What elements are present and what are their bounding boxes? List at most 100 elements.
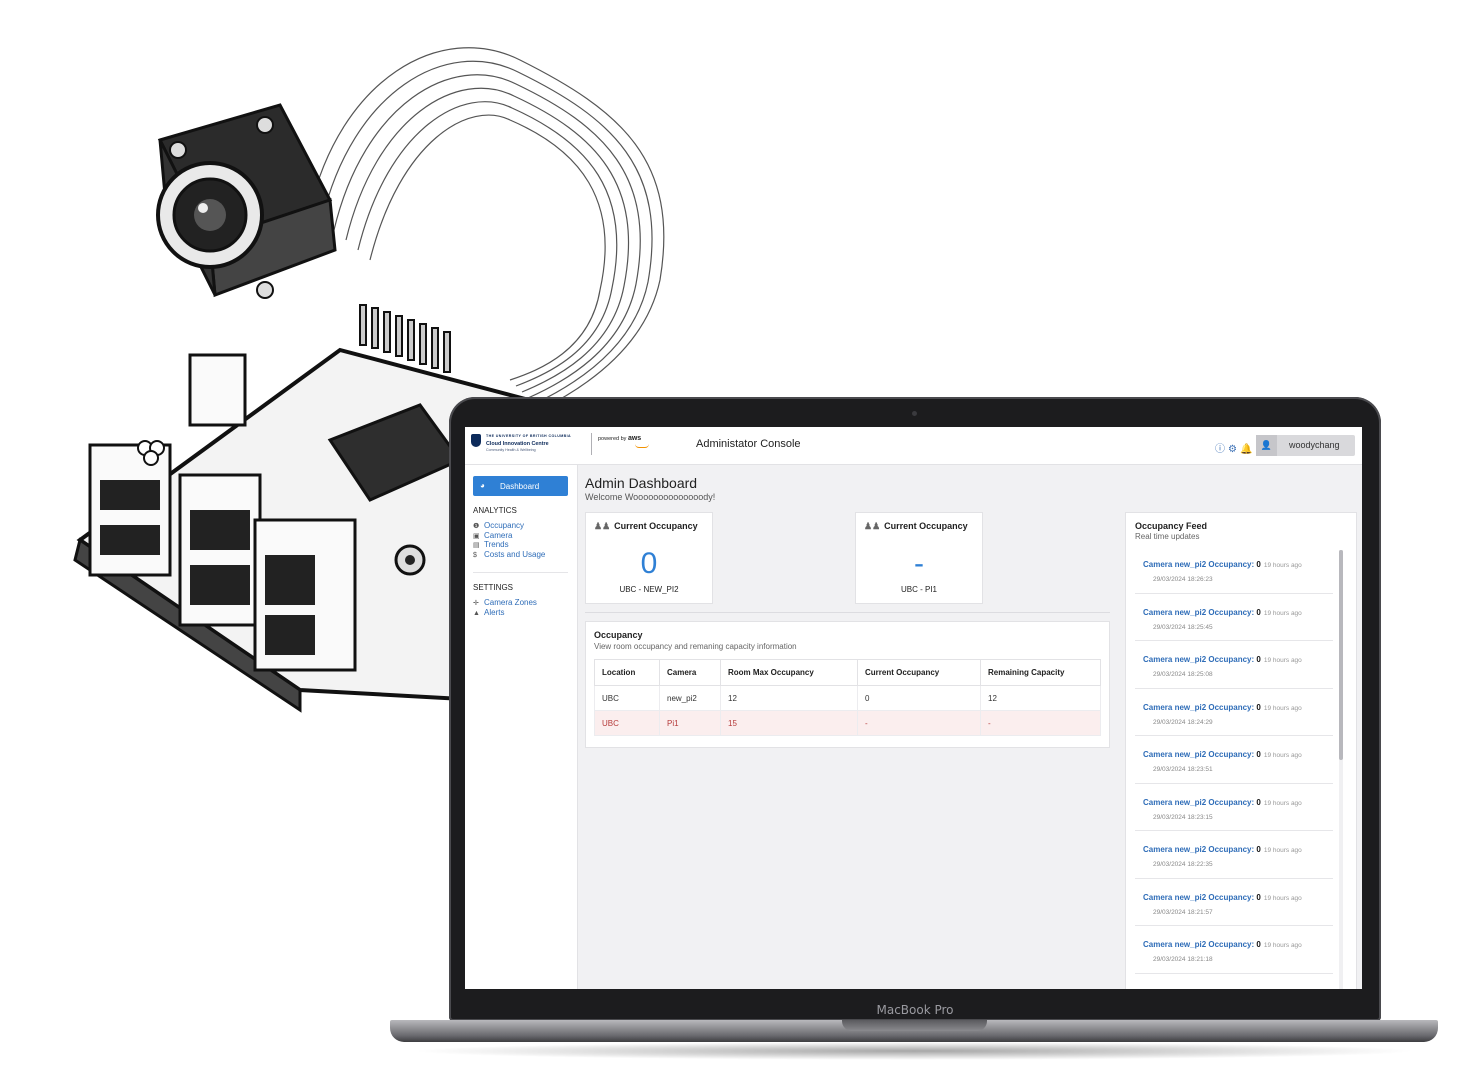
laptop-base-notch [842,1020,987,1031]
help-icon[interactable]: ⓘ [1215,444,1225,455]
feed-camera: Camera new_pi2 Occupancy: [1143,750,1255,759]
feed-camera: Camera new_pi2 Occupancy: [1143,607,1255,617]
feed-count: 0 [1256,940,1261,949]
sidebar-item-trends[interactable]: ▤ Trends [473,540,509,549]
feed-item[interactable]: Camera new_pi2 Occupancy: 0 19 hours ago 2… [1135,689,1333,736]
username: woodychang [1289,440,1340,450]
feed-item[interactable]: Camera new_pi2 Occupancy: 0 19 hours ago 2… [1135,784,1333,831]
aws-logo: aws [627,435,642,442]
feed-time: 29/03/2024 18:21:57 [1153,908,1213,916]
feed-ago: 19 hours ago [1263,847,1302,854]
feed-camera: Camera new_pi2 Occupancy: [1143,892,1255,902]
feed-time: 29/03/2024 18:21:18 [1153,956,1213,963]
sidebar-item-camera-zones[interactable]: ✛ Camera Zones [473,598,537,607]
sidebar: ◕ Dashboard ANALYTICS ❶ Occupancy ▣ Camera… [465,465,578,989]
feed-camera: Camera new_pi2 Occupancy: [1143,845,1255,854]
feed-count: 0 [1256,607,1261,617]
analytics-section-title: ANALYTICS [473,506,517,515]
table-cell: UBC [594,685,660,711]
chart-icon: ▤ [473,542,480,549]
feed-time: 29/03/2024 18:24:29 [1153,718,1213,726]
feed-count: 0 [1256,845,1261,854]
gear-icon[interactable]: ⚙ [1228,444,1237,455]
feed-item[interactable]: Camera new_pi2 Occupancy: 0 19 hours ago 2… [1135,879,1333,926]
settings-section-title: SETTINGS [473,583,514,592]
table-cell: 12 [720,685,858,711]
section-divider [585,612,1110,613]
app-title: Administator Console [696,438,801,450]
table-header-row: Location Camera Room Max Occupancy Curre… [594,659,1101,686]
feed-ago: 19 hours ago [1263,609,1302,617]
occupancy-card: ♟♟ Current Occupancy - UBC - PI1 [855,512,983,604]
table-cell: - [980,710,1101,736]
sidebar-item-occupancy[interactable]: ❶ Occupancy [473,521,524,530]
feed-ago: 19 hours ago [1263,704,1302,712]
column-header: Room Max Occupancy [720,659,858,686]
feed-time: 29/03/2024 18:25:45 [1153,623,1213,631]
centre-sub: Community Health & Wellbeing [486,448,536,452]
column-header: Current Occupancy [857,659,981,686]
camera-module [156,103,337,299]
sidebar-item-costs[interactable]: $ Costs and Usage [473,550,545,559]
feed-scroll-thumb[interactable] [1339,550,1343,760]
feed-count: 0 [1256,655,1261,664]
feed-count: 0 [1256,892,1261,902]
table-cell: - [857,710,981,736]
feed-item[interactable]: Camera new_pi2 Occupancy: 0 19 hours ago 2… [1135,594,1333,641]
feed-count: 0 [1256,560,1261,569]
feed-item[interactable]: Camera new_pi2 Occupancy: 0 19 hours ago 2… [1135,736,1333,784]
panel-title: Occupancy [594,630,643,640]
welcome-text: Welcome Woooooooooooooody! [585,492,716,502]
card-heading: ♟♟ Current Occupancy [594,521,698,531]
table-cell: new_pi2 [659,685,721,711]
table-row-alert[interactable]: UBC Pi1 15 - - [594,710,1101,736]
table-cell: 12 [980,685,1101,711]
card-location: UBC - NEW_PI2 [619,585,679,594]
feed-item[interactable]: Camera new_pi2 Occupancy: 0 19 hours ago 2… [1135,831,1333,879]
occupancy-panel: Occupancy View room occupancy and remani… [585,621,1110,748]
university-line: THE UNIVERSITY OF BRITISH COLUMBIA [486,434,572,438]
feed-item[interactable]: Camera new_pi2 Occupancy: 0 19 hours ago 2… [1135,546,1333,594]
occupancy-table: Location Camera Room Max Occupancy Curre… [594,659,1101,736]
feed-camera: Camera new_pi2 Occupancy: [1143,797,1255,807]
feed-ago: 19 hours ago [1263,799,1302,807]
column-header: Camera [659,659,721,686]
feed-item[interactable]: Camera new_pi2 Occupancy: 0 19 hours ago 2… [1135,926,1333,974]
occupancy-feed: Occupancy Feed Real time updates Camera … [1125,512,1357,989]
sidebar-item-alerts[interactable]: ▲ Alerts [473,608,504,617]
sidebar-item-dashboard[interactable]: ◕ Dashboard [473,476,568,496]
feed-camera: Camera new_pi2 Occupancy: [1143,940,1255,949]
table-cell: 0 [857,685,981,711]
card-location: UBC - PI1 [900,585,937,594]
feed-time: 29/03/2024 18:23:51 [1153,766,1213,773]
webcam-dot [912,411,917,416]
top-icons: ⓘ ⚙ 🔔 [1215,440,1255,455]
column-header: Location [594,659,660,686]
table-row[interactable]: UBC new_pi2 12 0 12 [594,685,1101,711]
powered-by-text: powered by [598,436,627,442]
feed-item[interactable]: Camera new_pi2 Occupancy: 0 19 hours ago 2… [1135,641,1333,689]
sidebar-item-camera[interactable]: ▣ Camera [473,531,512,540]
ubc-crest-icon [471,434,481,447]
card-value: 0 [640,547,658,580]
user-menu-button[interactable]: 👤 woodychang [1256,435,1355,456]
feed-subtitle: Real time updates [1135,532,1200,541]
bell-icon[interactable]: 🔔 [1240,444,1252,455]
laptop-shadow [410,1042,1418,1060]
feed-ago: 19 hours ago [1263,894,1302,902]
feed-ago: 19 hours ago [1263,562,1302,569]
dashboard-label: Dashboard [500,482,540,491]
feed-title: Occupancy Feed [1135,521,1208,531]
feed-time: 29/03/2024 18:22:35 [1153,861,1213,868]
feed-scrollbar[interactable] [1339,550,1343,989]
feed-count: 0 [1256,797,1261,807]
column-header: Remaining Capacity [980,659,1101,686]
laptop-brand-label: MacBook Pro [876,1003,954,1017]
card-heading: ♟♟ Current Occupancy [864,521,968,531]
users-icon: ♟♟ [594,521,611,531]
info-icon: ❶ [473,523,480,530]
centre-name: Cloud Innovation Centre [486,441,549,447]
feed-camera: Camera new_pi2 Occupancy: [1143,655,1255,664]
feed-time: 29/03/2024 18:26:23 [1153,576,1213,583]
logo-divider [591,433,592,455]
